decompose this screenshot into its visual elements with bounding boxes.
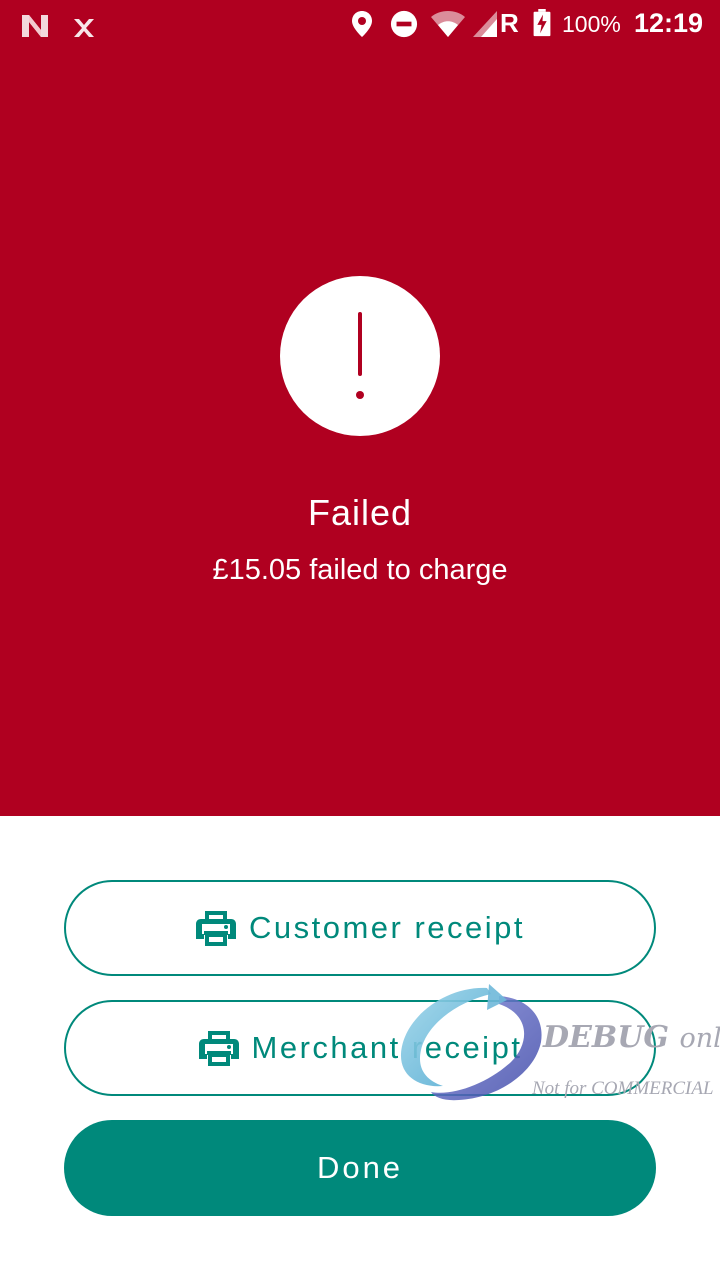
roaming-indicator: R	[500, 8, 519, 38]
watermark-only-word: only	[679, 1023, 720, 1054]
battery-percentage: 100%	[562, 11, 621, 37]
printer-icon	[195, 911, 236, 946]
merchant-receipt-button[interactable]: Merchant receipt	[64, 1000, 656, 1096]
done-label: Done	[316, 1150, 404, 1185]
status-message: £15.05 failed to charge	[212, 554, 508, 586]
x-notification-icon	[74, 19, 94, 37]
status-title: Failed	[307, 492, 413, 533]
alert-badge	[280, 276, 440, 436]
status-bar: R 100% 12:19	[0, 0, 720, 48]
customer-receipt-button[interactable]: Customer receipt	[64, 880, 656, 976]
wifi-icon	[431, 11, 465, 37]
printer-icon	[198, 1031, 239, 1066]
failure-panel: R 100% 12:19 Failed £15.05 failed to cha…	[0, 0, 720, 816]
n-notification-icon	[22, 15, 48, 37]
location-icon	[352, 11, 372, 37]
merchant-receipt-label: Merchant receipt	[251, 1030, 523, 1065]
cellular-signal-icon	[473, 11, 497, 37]
customer-receipt-label: Customer receipt	[248, 910, 526, 945]
exclamation-icon	[356, 312, 364, 399]
battery-charging-icon	[533, 9, 551, 37]
done-button[interactable]: Done	[64, 1120, 656, 1216]
clock: 12:19	[634, 8, 704, 38]
do-not-disturb-icon	[390, 10, 418, 38]
